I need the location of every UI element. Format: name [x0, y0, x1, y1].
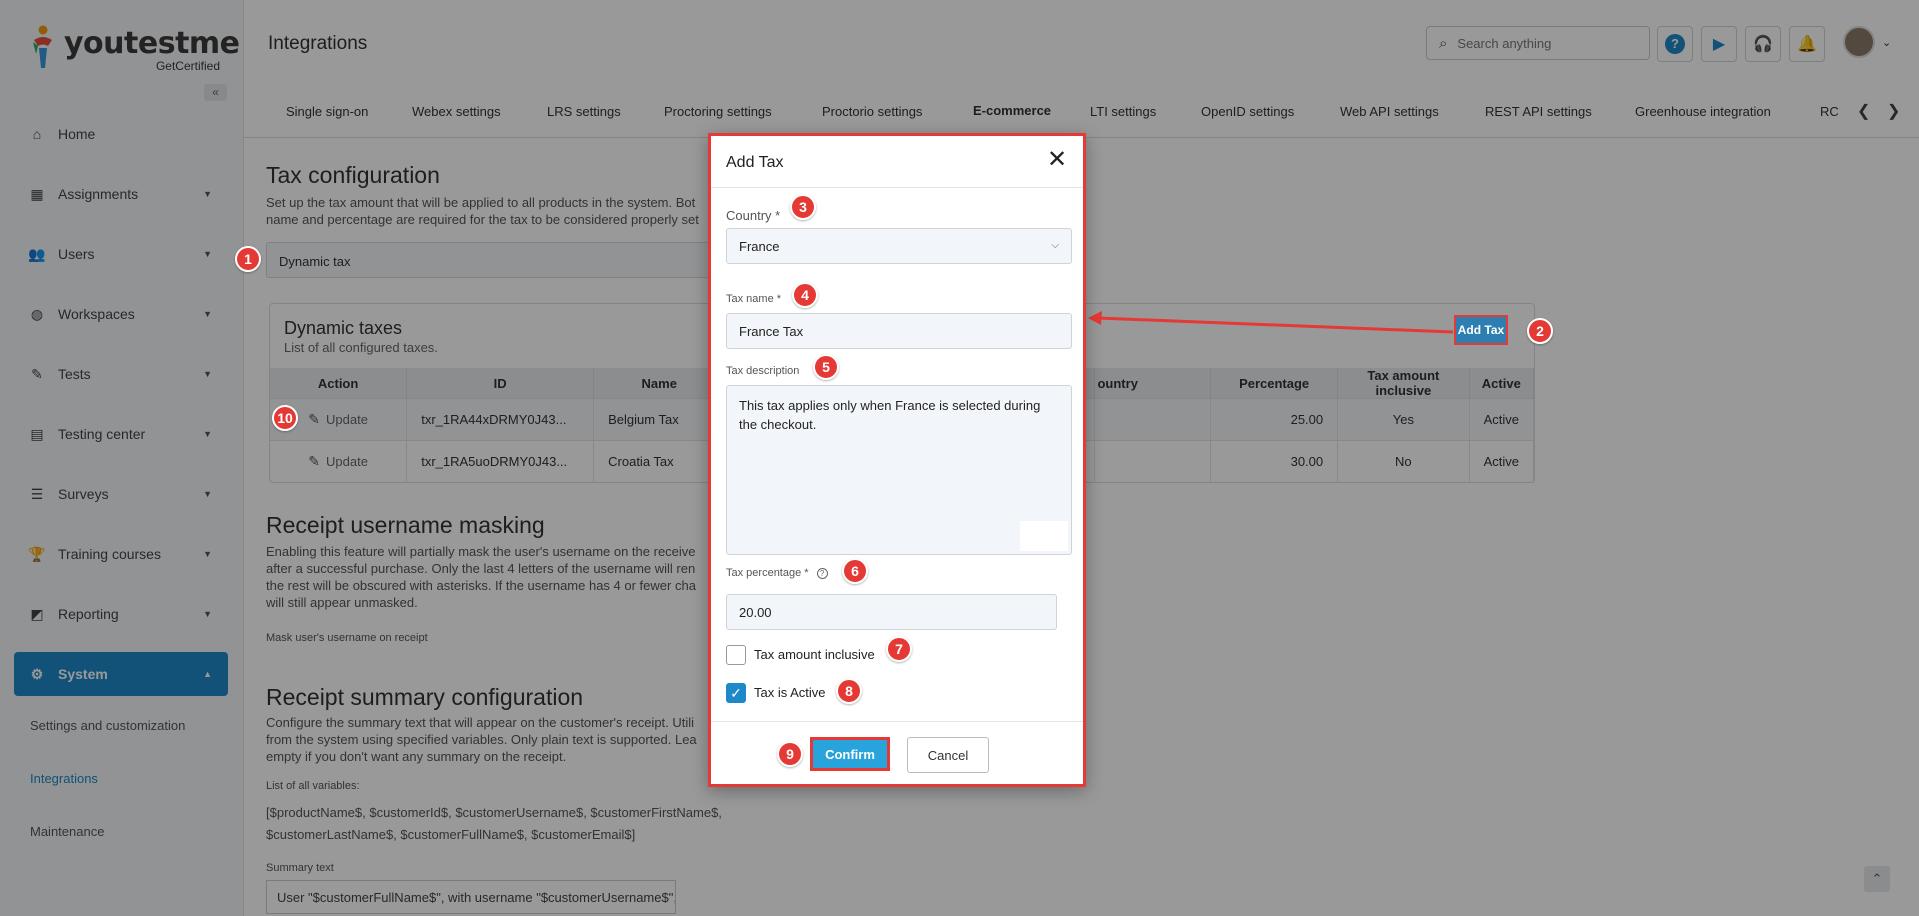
callout-badge-5: 5 — [813, 354, 839, 380]
callout-badge-6: 6 — [842, 558, 868, 584]
country-value: France — [739, 239, 780, 254]
callout-badge-8: 8 — [836, 678, 862, 704]
tax-percentage-label: Tax percentage *? — [726, 567, 828, 579]
close-icon[interactable]: ✕ — [1045, 148, 1069, 173]
country-label-text: Country — [726, 208, 772, 223]
required-mark: * — [776, 293, 782, 305]
tax-description-textarea[interactable]: This tax applies only when France is sel… — [726, 385, 1072, 555]
callout-badge-1: 1 — [235, 246, 261, 272]
add-tax-dialog: Add Tax ✕ Country * France ⌵ Tax name * … — [708, 133, 1086, 787]
required-mark: * — [775, 208, 781, 223]
dialog-footer-divider — [711, 721, 1083, 722]
callout-badge-2: 2 — [1527, 318, 1553, 344]
callout-badge-7: 7 — [886, 636, 912, 662]
tax-active-checkbox[interactable]: ✓ — [726, 683, 746, 703]
callout-badge-9: 9 — [777, 741, 803, 767]
callout-badge-10: 10 — [272, 405, 298, 431]
check-icon: ✓ — [730, 685, 742, 701]
tax-percentage-input[interactable]: 20.00 — [726, 594, 1057, 630]
tax-name-label: Tax name * — [726, 293, 781, 305]
callout-badge-4: 4 — [792, 282, 818, 308]
tax-inclusive-label: Tax amount inclusive — [754, 647, 875, 662]
tax-description-label: Tax description — [726, 365, 800, 377]
cancel-button[interactable]: Cancel — [907, 737, 989, 773]
tax-name-input[interactable]: France Tax — [726, 313, 1072, 349]
required-mark: * — [804, 567, 809, 579]
country-select[interactable]: France ⌵ — [726, 228, 1072, 264]
callout-badge-3: 3 — [790, 194, 816, 220]
confirm-button[interactable]: Confirm — [810, 737, 890, 771]
chevron-down-icon: ⌵ — [1051, 240, 1059, 251]
tax-description-value: This tax applies only when France is sel… — [739, 398, 1041, 432]
tax-name-label-text: Tax name — [726, 293, 774, 305]
tax-percentage-label-text: Tax percentage — [726, 567, 802, 579]
dialog-header: Add Tax ✕ — [711, 136, 1083, 188]
help-icon[interactable]: ? — [816, 567, 828, 579]
tax-inclusive-checkbox[interactable] — [726, 645, 746, 665]
tax-active-label: Tax is Active — [754, 685, 826, 700]
dialog-title: Add Tax — [726, 154, 784, 171]
add-tax-button[interactable]: Add Tax — [1454, 315, 1508, 345]
resize-handle[interactable] — [1020, 521, 1068, 551]
country-label: Country * — [726, 208, 780, 223]
